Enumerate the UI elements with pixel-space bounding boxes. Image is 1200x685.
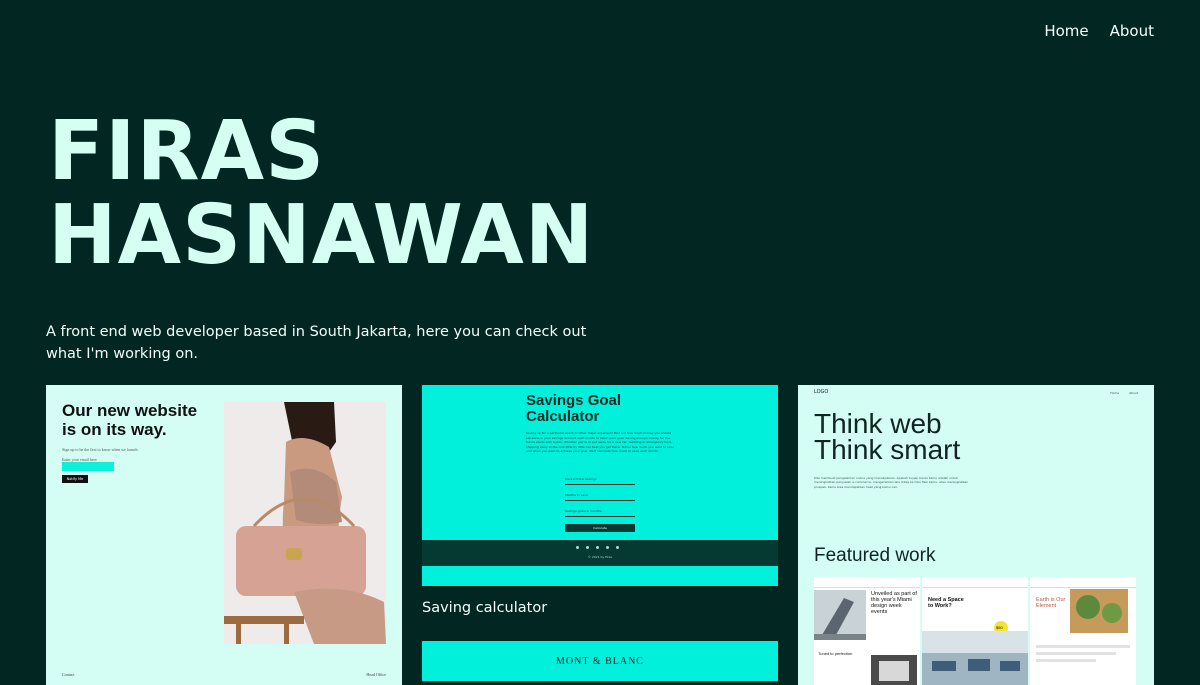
- mini-site-2-title: Need a Space to Work?: [928, 597, 964, 609]
- project-3-logo: LOGO: [814, 389, 829, 395]
- featured-mini-site-3: Earth is Our Element: [1030, 577, 1138, 685]
- social-icon: [586, 546, 589, 549]
- project-3-featured-grid: Unveiled as part of this year's Miami de…: [814, 577, 1138, 685]
- social-icon: [596, 546, 599, 549]
- social-icon: [606, 546, 609, 549]
- project-3-nav: Home About: [1110, 391, 1138, 395]
- project-card-saving-calculator[interactable]: Savings Goal Calculator Saving up for a …: [422, 385, 778, 586]
- dark-architecture-image: [871, 655, 917, 685]
- mini-site-3-placeholder: [1036, 645, 1130, 662]
- project-4-brand: MONT & BLANC: [556, 656, 644, 667]
- project-2-copyright: © 2021 by Firas: [587, 555, 613, 559]
- building-image: [814, 590, 866, 640]
- project-2-field-total: Desired total savings: [565, 477, 635, 485]
- mini-site-header: [922, 577, 1028, 588]
- project-2-heading: Savings Goal Calculator: [526, 392, 622, 425]
- mini-site-1-subtitle: Tuned to perfection: [818, 651, 853, 656]
- project-1-notify-button: Notify Me: [62, 475, 88, 483]
- featured-mini-site-2: Need a Space to Work? $50: [922, 577, 1030, 685]
- hero-first-name: FIRAS: [48, 104, 326, 199]
- hero-last-name: HASNAWAN: [48, 188, 595, 283]
- project-2-footer: © 2021 by Firas: [422, 540, 778, 566]
- project-2-social-icons: [576, 546, 619, 549]
- social-icon: [576, 546, 579, 549]
- project-2-field-goal: Savings goals in months: [565, 509, 635, 517]
- project-3-nav-about: About: [1129, 391, 1138, 395]
- project-1-heading: Our new website is on its way.: [62, 401, 198, 439]
- project-3-featured-heading: Featured work: [814, 545, 936, 566]
- main-nav: Home About: [1044, 22, 1154, 40]
- project-2-paragraph: Saving up for a particular event or othe…: [526, 431, 675, 453]
- mini-site-header: [1030, 577, 1136, 588]
- featured-mini-site-1: Unveiled as part of this year's Miami de…: [814, 577, 922, 685]
- project-card-think-web[interactable]: LOGO Home About Think web Think smart Ki…: [798, 385, 1154, 685]
- plants-image: [1070, 589, 1128, 633]
- project-card-coming-soon[interactable]: Our new website is on its way. Sign up t…: [46, 385, 402, 685]
- office-image: [922, 631, 1028, 685]
- project-card-mont-blanc[interactable]: MONT & BLANC: [422, 641, 778, 681]
- project-2-field-months: Months to save: [565, 493, 635, 501]
- mini-site-header: [814, 577, 920, 588]
- project-3-paragraph: Kita membuat pengalaman online yang mena…: [814, 476, 969, 489]
- nav-about-link[interactable]: About: [1110, 22, 1154, 40]
- project-2-calculate-button: Calculate: [565, 524, 635, 532]
- project-3-nav-home: Home: [1110, 391, 1120, 395]
- mini-site-3-title: Earth is Our Element: [1036, 597, 1066, 609]
- social-icon: [616, 546, 619, 549]
- project-3-heading: Think web Think smart: [814, 408, 961, 465]
- nav-home-link[interactable]: Home: [1044, 22, 1088, 40]
- project-1-signup-text: Sign up to be the first to know when we …: [62, 447, 139, 452]
- woman-with-bag-image: [224, 402, 386, 644]
- mini-site-1-title: Unveiled as part of this year's Miami de…: [871, 591, 917, 615]
- project-1-photo: [224, 402, 386, 644]
- project-2-caption: Saving calculator: [422, 600, 548, 616]
- hero-name: FIRAS HASNAWAN: [48, 110, 594, 278]
- project-1-email-field: [62, 462, 114, 471]
- intro-text: A front end web developer based in South…: [46, 324, 587, 362]
